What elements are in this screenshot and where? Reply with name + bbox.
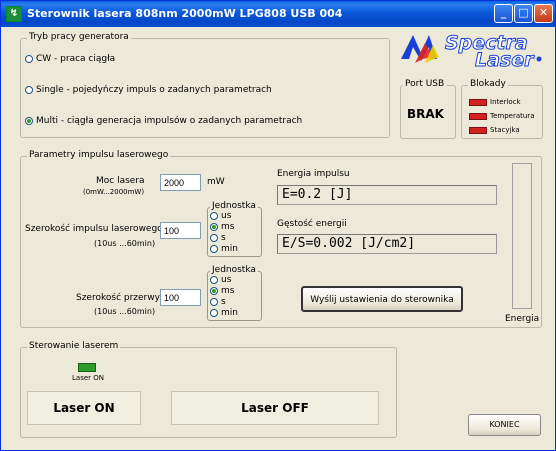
pulse-unit-us-radio[interactable] <box>210 211 218 220</box>
mode-group: Tryb pracy generatora CW - praca ciągła … <box>20 32 390 138</box>
pulse-unit-ms-radio[interactable] <box>210 222 218 231</box>
energy-readout: E=0.2 [J] <box>277 185 497 205</box>
power-input[interactable] <box>160 174 201 191</box>
locks-group: Blokady Interlock Temperatura Stacyjka <box>461 79 543 139</box>
gap-unit-ms-label: ms <box>221 286 235 296</box>
temperature-label: Temperatura <box>490 112 535 120</box>
pulse-unit-ms[interactable]: ms <box>210 222 234 232</box>
usb-group-title: Port USB <box>403 79 447 89</box>
mode-cw-label: CW - praca ciągła <box>36 54 116 64</box>
maximize-button[interactable]: □ <box>514 4 533 23</box>
gap-width-range: (10us ...60min) <box>94 307 156 316</box>
pulse-unit-s-radio[interactable] <box>210 233 218 242</box>
gap-unit-us-radio[interactable] <box>210 275 218 284</box>
pulse-unit-us-label: us <box>221 211 232 221</box>
laser-on-button[interactable]: Laser ON <box>27 391 141 425</box>
laser-on-indicator <box>78 363 96 372</box>
locks-group-title: Blokady <box>468 79 508 89</box>
exit-button[interactable]: KONIEC <box>468 414 541 436</box>
gap-unit-ms-radio[interactable] <box>210 286 218 295</box>
close-button[interactable]: ✕ <box>534 4 553 23</box>
energy-bar <box>512 163 532 309</box>
mode-option-cw[interactable]: CW - praca ciągła <box>25 54 115 64</box>
power-label: Moc lasera <box>96 176 145 186</box>
title-bar[interactable]: ↯ Sterownik lasera 808nm 2000mW LPG808 U… <box>1 1 555 27</box>
laser-control-group: Sterowanie laserem Laser ON Laser ON Las… <box>20 341 397 438</box>
params-group-title: Parametry impulsu laserowego <box>27 150 171 160</box>
energy-bar-label: Energia <box>505 314 540 324</box>
density-title: Gęstość energii <box>277 219 347 229</box>
spectra-laser-logo: Spectra Laser <box>399 29 549 73</box>
app-icon: ↯ <box>6 6 22 22</box>
laser-on-indicator-label: Laser ON <box>72 374 104 382</box>
pulse-unit-us[interactable]: us <box>210 211 231 221</box>
params-group: Parametry impulsu laserowego Moc lasera … <box>20 150 542 328</box>
laser-off-button[interactable]: Laser OFF <box>171 391 379 425</box>
gap-unit-s[interactable]: s <box>210 297 226 307</box>
interlock-label: Interlock <box>490 98 521 106</box>
pulse-width-range: (10us ...60min) <box>94 239 156 248</box>
pulse-unit-min[interactable]: min <box>210 244 238 254</box>
interlock-led <box>469 99 487 106</box>
pulse-unit-group: Jednostka us ms s min <box>207 201 262 257</box>
pulse-unit-ms-label: ms <box>221 222 235 232</box>
mode-single-label: Single - pojedyńczy impuls o zadanych pa… <box>36 85 272 95</box>
gap-unit-min[interactable]: min <box>210 308 238 318</box>
gap-unit-group: Jednostka us ms s min <box>207 265 262 321</box>
density-readout: E/S=0.002 [J/cm2] <box>277 234 497 254</box>
mode-option-single[interactable]: Single - pojedyńczy impuls o zadanych pa… <box>25 85 272 95</box>
key-switch-led <box>469 127 487 134</box>
gap-unit-ms[interactable]: ms <box>210 286 234 296</box>
gap-unit-min-label: min <box>221 308 238 318</box>
gap-unit-title: Jednostka <box>210 265 258 275</box>
send-settings-button[interactable]: Wyślij ustawienia do sterownika <box>301 286 463 312</box>
pulse-unit-s[interactable]: s <box>210 233 226 243</box>
energy-title: Energia impulsu <box>277 169 350 179</box>
power-unit: mW <box>207 177 225 187</box>
pulse-width-label: Szerokość impulsu laserowego <box>25 224 163 234</box>
mode-option-multi[interactable]: Multi - ciągła generacja impulsów o zada… <box>25 116 302 126</box>
pulse-unit-min-radio[interactable] <box>210 244 218 253</box>
gap-unit-s-label: s <box>221 297 226 307</box>
minimize-button[interactable]: _ <box>494 4 513 23</box>
power-range: (0mW...2000mW) <box>83 188 145 196</box>
usb-status: BRAK <box>407 107 444 121</box>
gap-width-input[interactable] <box>160 289 201 306</box>
window-title: Sterownik lasera 808nm 2000mW LPG808 USB… <box>27 7 343 20</box>
pulse-unit-min-label: min <box>221 244 238 254</box>
pulse-width-input[interactable] <box>160 222 201 239</box>
main-window: ↯ Sterownik lasera 808nm 2000mW LPG808 U… <box>0 0 556 451</box>
temperature-led <box>469 113 487 120</box>
pulse-unit-title: Jednostka <box>210 201 258 211</box>
logo-text-laser: Laser <box>475 49 534 72</box>
mode-group-title: Tryb pracy generatora <box>27 32 131 42</box>
laser-control-title: Sterowanie laserem <box>27 341 121 351</box>
gap-width-label: Szerokość przerwy <box>76 293 160 303</box>
gap-unit-s-radio[interactable] <box>210 297 218 306</box>
key-switch-label: Stacyjka <box>490 126 520 134</box>
mode-multi-label: Multi - ciągła generacja impulsów o zada… <box>36 116 303 126</box>
gap-unit-us[interactable]: us <box>210 275 231 285</box>
pulse-unit-s-label: s <box>221 233 226 243</box>
usb-group: Port USB BRAK <box>400 79 456 139</box>
mode-cw-radio[interactable] <box>25 54 33 63</box>
gap-unit-us-label: us <box>221 275 232 285</box>
mode-single-radio[interactable] <box>25 85 33 94</box>
gap-unit-min-radio[interactable] <box>210 308 218 317</box>
mode-multi-radio[interactable] <box>25 116 33 125</box>
